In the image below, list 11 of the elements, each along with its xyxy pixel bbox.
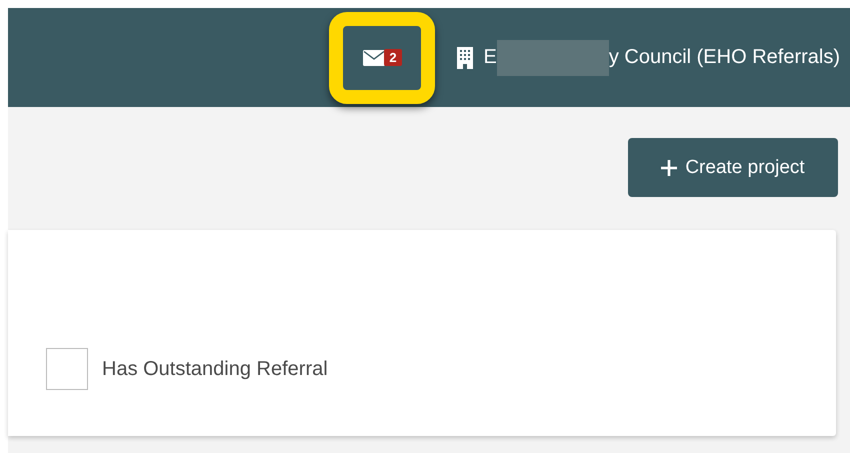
plus-icon [661, 160, 678, 176]
organisation-link[interactable]: E y Council (EHO Referrals) [457, 40, 840, 76]
building-icon [457, 46, 474, 68]
checkbox-label: Has Outstanding Referral [102, 358, 328, 380]
organisation-name: y Council (EHO Referrals) [608, 46, 840, 69]
checkbox[interactable] [46, 348, 88, 390]
messages-button[interactable]: 2 [361, 47, 404, 68]
create-project-button[interactable]: Create project [628, 138, 838, 197]
organisation-name: E [483, 46, 497, 69]
unread-count-badge: 2 [384, 49, 402, 66]
envelope-icon [363, 50, 386, 66]
